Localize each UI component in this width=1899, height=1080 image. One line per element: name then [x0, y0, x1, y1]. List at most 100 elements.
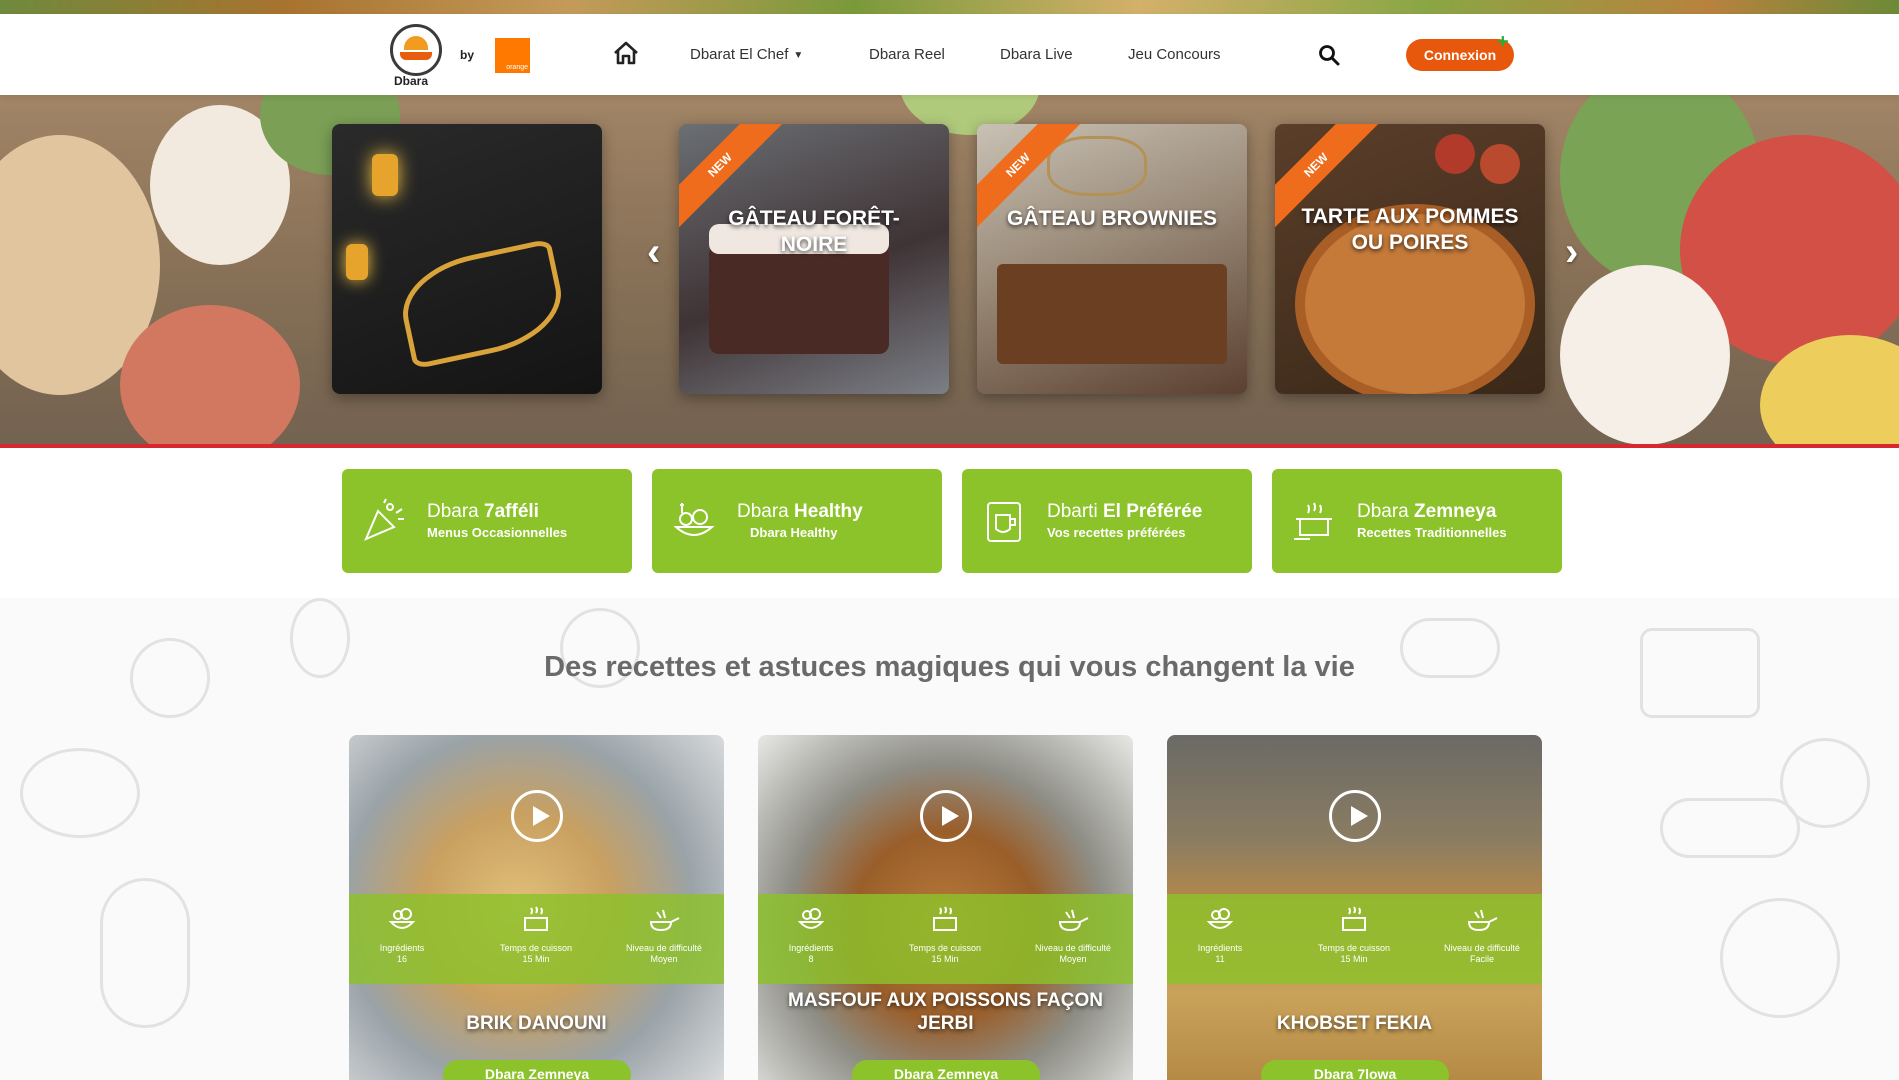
difficulty-info: Niveau de difficulté Facile [1427, 902, 1537, 965]
nav-label: Dbara Live [1000, 46, 1073, 63]
difficulty-label: Niveau de difficulté [1035, 943, 1111, 953]
cooking-time-info: Temps de cuisson 15 Min [1299, 902, 1409, 965]
pot-icon [933, 906, 957, 931]
category-title-light: Dbara [737, 501, 795, 522]
nav-label: Dbara Reel [869, 46, 945, 63]
category-title: Dbara Zemneya [1357, 501, 1496, 523]
category-7afféli[interactable]: Dbara 7afféli Menus Occasionnelles [342, 469, 632, 573]
recipe-title: MASFOUF AUX POISSONS FAÇON JERBI [788, 990, 1103, 1034]
ingredients-value: 11 [1215, 954, 1225, 964]
hero-divider [0, 444, 1899, 448]
play-icon[interactable] [511, 790, 563, 842]
slide-title: GÂTEAU FORÊT-NOIRE [728, 207, 900, 256]
logo-pot [400, 52, 432, 60]
difficulty-info: Niveau de difficulté Moyen [1018, 902, 1128, 965]
nav-jeu-concours[interactable]: Jeu Concours [1128, 46, 1221, 63]
play-icon[interactable] [920, 790, 972, 842]
carousel-next-arrow[interactable]: › [1565, 232, 1589, 272]
recipe-info-band: Ingrédients 16 Temps de cuisson 15 Min N… [349, 894, 724, 984]
cake-image [709, 244, 889, 354]
ingredients-label: Ingrédients [379, 943, 425, 953]
nav-label: Jeu Concours [1128, 46, 1221, 63]
recipe-info-band: Ingrédients 8 Temps de cuisson 15 Min Ni… [758, 894, 1133, 984]
nav-dbarat-el-chef[interactable]: Dbarat El Chef ▼ [690, 46, 803, 63]
category-zemneya[interactable]: Dbara Zemneya Recettes Traditionnelles [1272, 469, 1562, 573]
category-title-light: Dbara [427, 501, 485, 522]
slide-gateau-foret-noire[interactable]: NEW GÂTEAU FORÊT-NOIRE [679, 124, 949, 394]
ingredients-value: 16 [396, 954, 407, 964]
mushroom-doodle [20, 748, 140, 838]
slide-title: GÂTEAU BROWNIES [1007, 207, 1217, 230]
site-header: Dbara by orange Dbarat El Chef ▼ Dbara Re… [0, 14, 1899, 95]
category-subtitle: Recettes Traditionnelles [1357, 525, 1507, 540]
slide-tarte-aux-pommes[interactable]: NEW TARTE AUX POMMES OU POIRES [1275, 124, 1545, 394]
category-title: Dbara 7afféli [427, 501, 539, 523]
ingredients-info: Ingrédients 11 [1167, 902, 1275, 965]
slide-ramadan[interactable] [332, 124, 602, 394]
pot-icon [1342, 906, 1366, 931]
section-title: Des recettes et astuces magiques qui vou… [544, 651, 1355, 683]
recipe-title: KHOBSET FEKIA [1276, 1013, 1433, 1034]
favorite-icon [987, 502, 1021, 542]
recipe-card-masfouf[interactable]: Ingrédients 8 Temps de cuisson 15 Min Ni… [758, 735, 1133, 1080]
category-subtitle: Dbara Healthy [750, 525, 838, 540]
difficulty-label: Niveau de difficulté [1444, 943, 1520, 953]
category-title-light: Dbara [1357, 501, 1415, 522]
by-text: by [460, 48, 475, 62]
difficulty-value: Facile [1469, 954, 1494, 964]
slide-title: TARTE AUX POMMES OU POIRES [1301, 205, 1519, 254]
recipe-category-pill[interactable]: Dbara Zemneya [852, 1060, 1040, 1080]
recipe-category-pill[interactable]: Dbara Zemneya [443, 1060, 631, 1080]
nav-dbara-live[interactable]: Dbara Live [1000, 46, 1073, 63]
recipe-info-band: Ingrédients 11 Temps de cuisson 15 Min N… [1167, 894, 1542, 984]
category-el-preferee[interactable]: Dbarti El Préférée Vos recettes préférée… [962, 469, 1252, 573]
recipe-card-khobset-fekia[interactable]: Ingrédients 11 Temps de cuisson 15 Min N… [1167, 735, 1542, 1080]
difficulty-info: Niveau de difficulté Moyen [609, 902, 719, 965]
topper-decor [1047, 136, 1147, 196]
sausage-doodle [1660, 798, 1800, 858]
cooking-time-value: 15 Min [522, 954, 550, 964]
pan-icon [1467, 909, 1498, 932]
category-subtitle: Vos recettes préférées [1047, 525, 1186, 540]
ingredients-label: Ingrédients [788, 943, 834, 953]
cooking-time-value: 15 Min [1340, 954, 1368, 964]
party-icon [364, 498, 404, 541]
category-title-bold: Zemneya [1414, 501, 1497, 522]
calligraphy-decor [393, 238, 571, 370]
ingredients-value: 8 [808, 954, 814, 964]
cooking-time-info: Temps de cuisson 15 Min [890, 902, 1000, 965]
category-healthy[interactable]: Dbara Healthy Dbara Healthy [652, 469, 942, 573]
logo-circle [390, 24, 442, 76]
category-title: Dbara Healthy [737, 501, 863, 523]
nav-label: Dbarat El Chef [690, 46, 789, 63]
play-icon[interactable] [1329, 790, 1381, 842]
recipe-card-brik-danouni[interactable]: Ingrédients 16 Temps de cuisson 15 Min N… [349, 735, 724, 1080]
search-icon[interactable] [1318, 44, 1340, 66]
dbara-logo[interactable]: Dbara [388, 24, 444, 90]
recipe-category-pill[interactable]: Dbara 7lowa [1261, 1060, 1449, 1080]
healthy-icon [673, 503, 715, 536]
slide-gateau-brownies[interactable]: NEW GÂTEAU BROWNIES [977, 124, 1247, 394]
cooking-time-label: Temps de cuisson [908, 943, 982, 953]
home-icon[interactable] [612, 40, 640, 66]
pot-icon [1294, 502, 1332, 540]
ingredients-icon [797, 908, 825, 929]
category-title-bold: El Préférée [1102, 501, 1203, 522]
nav-dbara-reel[interactable]: Dbara Reel [869, 46, 945, 63]
plus-icon: + [1497, 31, 1509, 53]
pot-icon [524, 906, 548, 931]
ingredients-info: Ingrédients 8 [758, 902, 866, 965]
difficulty-value: Moyen [650, 954, 678, 964]
category-title-light: Dbarti [1047, 501, 1103, 522]
logo-text: Dbara [394, 74, 429, 88]
ingredients-info: Ingrédients 16 [349, 902, 457, 965]
cooking-time-value: 15 Min [931, 954, 959, 964]
orange-logo[interactable]: orange [495, 38, 530, 73]
hero-banner [0, 95, 1899, 445]
lantern-icon [346, 244, 368, 280]
ingredients-label: Ingrédients [1197, 943, 1243, 953]
categories-band [0, 448, 1899, 598]
pan-icon [1058, 909, 1089, 932]
carousel-prev-arrow[interactable]: ‹ [647, 232, 671, 272]
category-subtitle: Menus Occasionnelles [427, 525, 568, 540]
